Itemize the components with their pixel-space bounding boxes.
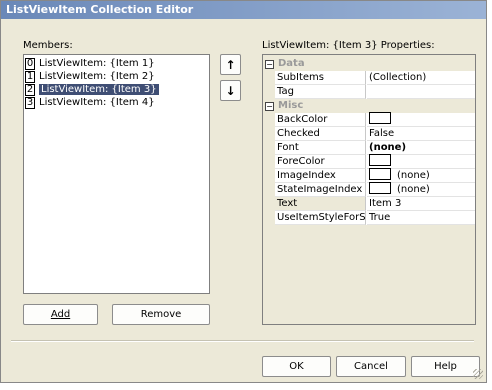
add-button-label: Add <box>50 309 71 320</box>
property-name: BackColor <box>275 113 366 127</box>
row-gutter <box>263 155 275 169</box>
image-swatch <box>369 182 391 194</box>
member-label-3: ListViewItem: {Item 4} <box>39 97 155 108</box>
arrow-down-icon: ↓ <box>225 83 236 98</box>
category-data[interactable]: − Data <box>263 57 475 71</box>
remove-button[interactable]: Remove <box>112 304 210 325</box>
member-item-0[interactable]: 0 ListViewItem: {Item 1} <box>25 58 208 70</box>
image-swatch <box>369 168 391 180</box>
window-title: ListViewItem Collection Editor <box>1 1 486 19</box>
property-value-text: (none) <box>397 170 430 181</box>
row-gutter <box>263 211 275 225</box>
property-value[interactable] <box>367 85 475 99</box>
ok-button[interactable]: OK <box>262 356 331 377</box>
row-gutter <box>263 141 275 155</box>
property-value[interactable]: (none) <box>367 182 475 197</box>
move-up-button[interactable]: ↑ <box>220 54 241 75</box>
members-list[interactable]: 0 ListViewItem: {Item 1} 1 ListViewItem: {… <box>23 54 210 294</box>
collapse-icon[interactable]: − <box>265 102 274 111</box>
row-gutter <box>263 71 275 85</box>
property-value[interactable]: False <box>367 127 475 141</box>
category-misc-label: Misc <box>278 100 304 111</box>
property-value[interactable]: True <box>367 211 475 225</box>
arrow-up-icon: ↑ <box>225 57 236 72</box>
collection-editor-dialog: ListViewItem Collection Editor Members: … <box>0 0 487 383</box>
property-value[interactable]: (none) <box>367 141 475 155</box>
property-name: ForeColor <box>275 155 366 169</box>
property-name: Text <box>275 197 366 211</box>
help-button[interactable]: Help <box>411 356 480 377</box>
property-row-forecolor[interactable]: ForeColor <box>263 154 475 169</box>
property-grid[interactable]: − Data SubItems (Collection) Tag − Misc … <box>262 54 476 325</box>
property-value-text: (none) <box>397 184 430 195</box>
property-row-stateimageindex[interactable]: StateImageIndex (none) <box>263 182 475 197</box>
members-label: Members: <box>23 40 73 51</box>
property-name: ImageIndex <box>275 169 366 183</box>
property-value[interactable]: Item 3 <box>367 197 475 211</box>
remove-button-label: Remove <box>140 309 182 320</box>
member-item-2[interactable]: 2 ListViewItem: {Item 3} <box>25 84 208 96</box>
property-value[interactable]: (Collection) <box>367 71 475 85</box>
member-index-2: 2 <box>25 84 35 96</box>
category-data-label: Data <box>278 58 305 69</box>
property-row-text[interactable]: Text Item 3 <box>263 197 475 211</box>
category-misc[interactable]: − Misc <box>263 99 475 113</box>
property-row-font[interactable]: Font (none) <box>263 141 475 155</box>
properties-header-prefix: ListViewItem: {Item 3} <box>262 40 381 51</box>
property-value[interactable]: (none) <box>367 168 475 183</box>
property-name: SubItems <box>275 71 366 85</box>
property-name: UseItemStyleForS <box>275 211 366 225</box>
property-value[interactable] <box>367 154 475 169</box>
property-row-tag[interactable]: Tag <box>263 85 475 99</box>
property-name: Tag <box>275 85 366 99</box>
member-label-2: ListViewItem: {Item 3} <box>39 84 159 95</box>
ok-button-label: OK <box>289 361 304 372</box>
property-row-backcolor[interactable]: BackColor <box>263 112 475 127</box>
collapse-icon[interactable]: − <box>265 60 274 69</box>
properties-header-suffix: Properties: <box>380 40 435 51</box>
divider <box>11 340 474 342</box>
member-label-1: ListViewItem: {Item 2} <box>39 71 155 82</box>
row-gutter <box>263 127 275 141</box>
move-down-button[interactable]: ↓ <box>220 80 241 101</box>
row-gutter <box>263 113 275 127</box>
help-button-label: Help <box>434 361 457 372</box>
property-name: Checked <box>275 127 366 141</box>
property-row-imageindex[interactable]: ImageIndex (none) <box>263 168 475 183</box>
row-gutter <box>263 85 275 99</box>
member-index-1: 1 <box>25 71 35 83</box>
member-label-0: ListViewItem: {Item 1} <box>39 58 155 69</box>
member-index-3: 3 <box>25 97 35 109</box>
cancel-button-label: Cancel <box>354 361 388 372</box>
member-item-3[interactable]: 3 ListViewItem: {Item 4} <box>25 97 208 109</box>
property-value[interactable] <box>367 112 475 127</box>
row-gutter <box>263 197 275 211</box>
property-row-useitemstyle[interactable]: UseItemStyleForS True <box>263 211 475 225</box>
property-name: Font <box>275 141 366 155</box>
property-name: StateImageIndex <box>275 183 366 197</box>
property-row-subitems[interactable]: SubItems (Collection) <box>263 71 475 85</box>
member-item-1[interactable]: 1 ListViewItem: {Item 2} <box>25 71 208 83</box>
cancel-button[interactable]: Cancel <box>336 356 406 377</box>
properties-header: ListViewItem: {Item 3} Properties: <box>262 40 435 51</box>
color-swatch <box>369 112 391 124</box>
row-gutter <box>263 169 275 183</box>
property-row-checked[interactable]: Checked False <box>263 127 475 141</box>
row-gutter <box>263 183 275 197</box>
add-button[interactable]: Add <box>23 304 98 325</box>
color-swatch <box>369 154 391 166</box>
resize-grip-icon[interactable] <box>473 369 483 379</box>
member-index-0: 0 <box>25 58 35 70</box>
